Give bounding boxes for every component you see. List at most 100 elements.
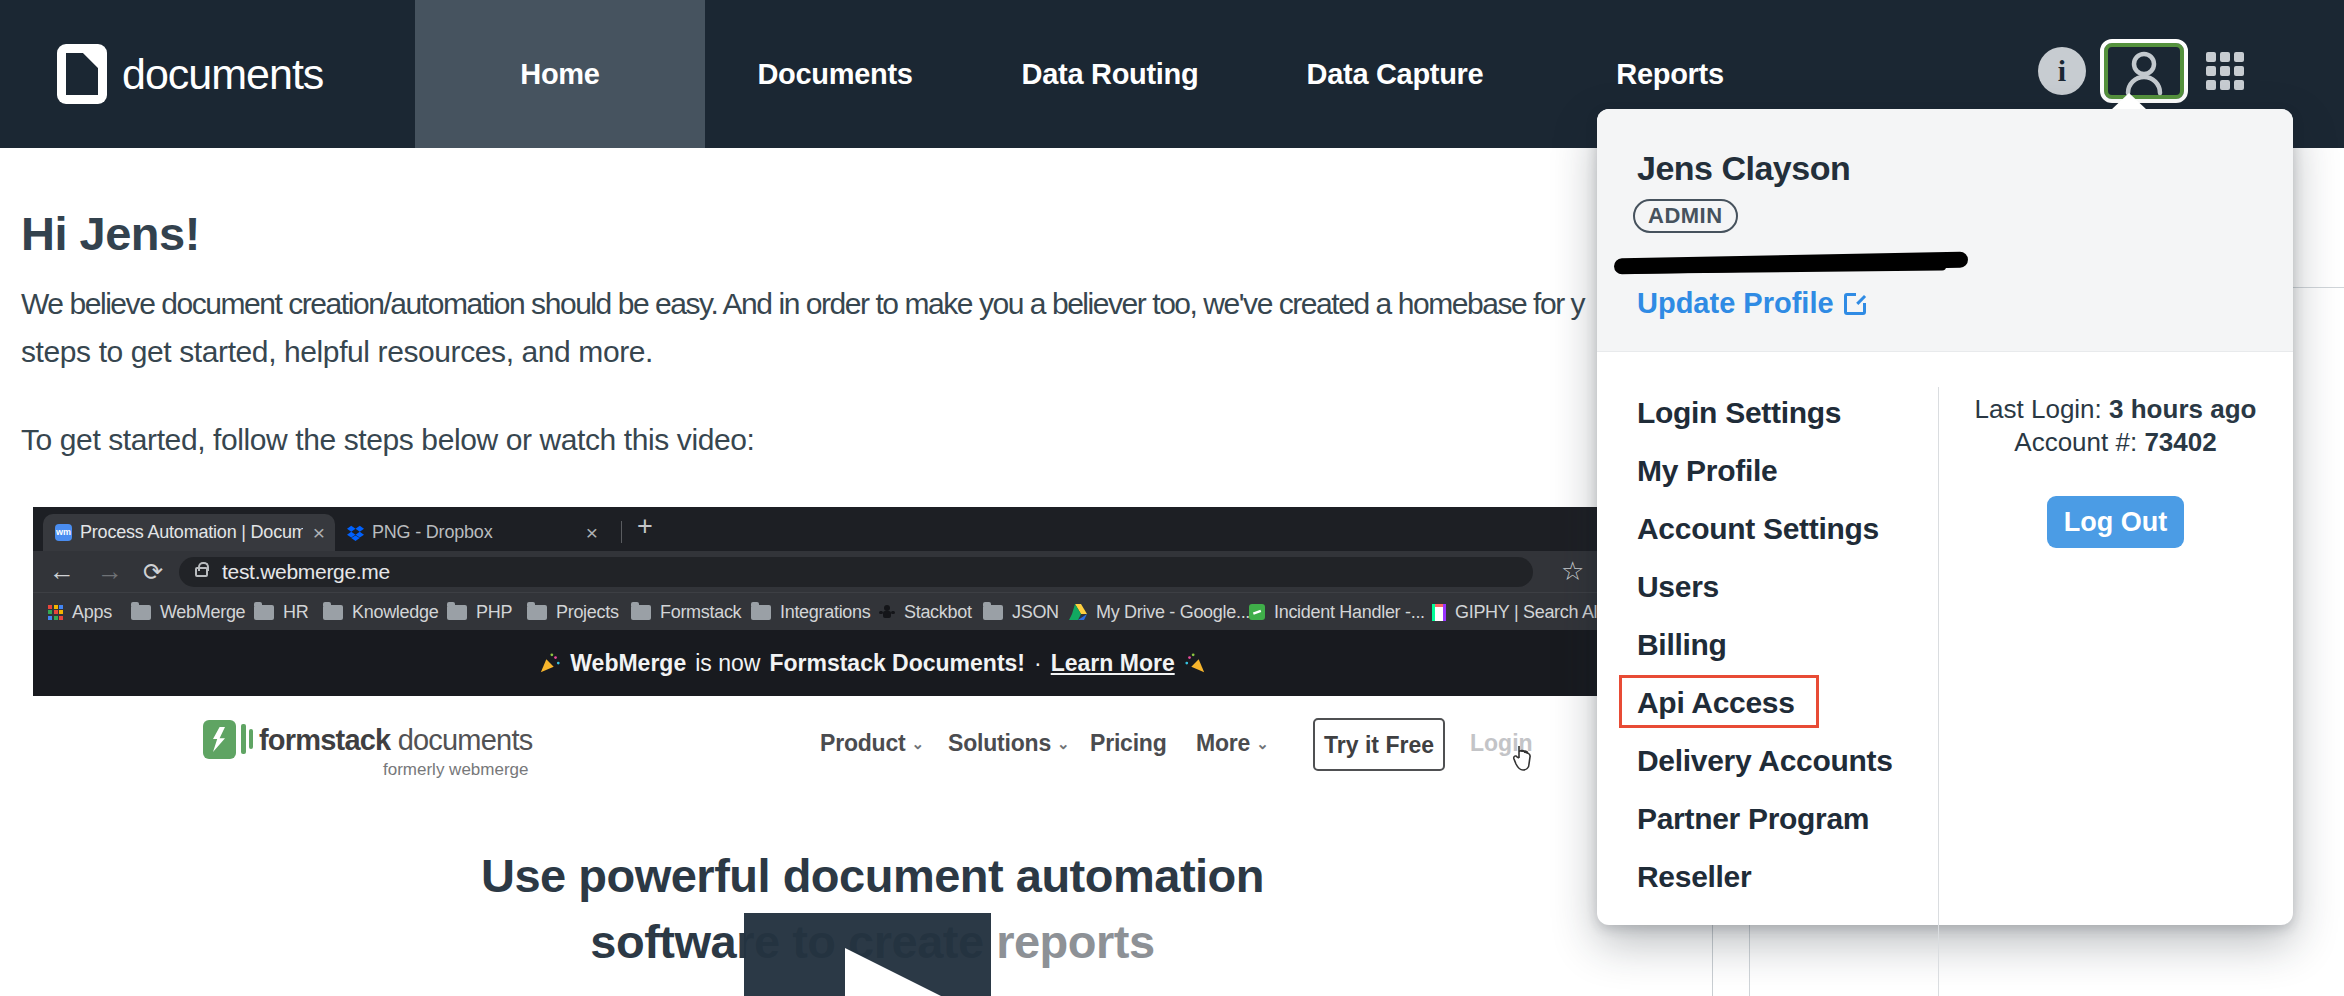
google-drive-icon: [1069, 604, 1087, 620]
banner-text: is now: [695, 650, 760, 677]
banner-formstack: Formstack Documents!: [769, 650, 1025, 677]
giphy-icon: [1432, 604, 1446, 621]
menu-item-delivery-accounts[interactable]: Delivery Accounts: [1597, 732, 1938, 790]
apps-icon: [48, 605, 63, 620]
bookmark-mydrive[interactable]: My Drive - Google...: [1069, 593, 1250, 631]
folder-icon: [447, 605, 467, 620]
site-headline-line1: Use powerful document automation: [33, 848, 1712, 903]
nav-tab-data-routing[interactable]: Data Routing: [965, 0, 1255, 148]
account-number-info: Account #: 73402: [1938, 427, 2293, 458]
folder-icon: [254, 605, 274, 620]
bookmark-formstack[interactable]: Formstack: [631, 593, 741, 631]
mouse-cursor: [1511, 744, 1537, 774]
bookmark-star-icon[interactable]: ☆: [1561, 551, 1584, 592]
lock-icon: [195, 567, 208, 577]
bookmark-json[interactable]: JSON: [983, 593, 1059, 631]
intro-paragraph-line2: steps to get started, helpful resources,…: [21, 335, 653, 369]
browser-tab-active[interactable]: wm Process Automation | Documen ×: [43, 514, 335, 551]
site-nav-more[interactable]: More⌄: [1196, 722, 1269, 764]
admin-badge: ADMIN: [1633, 199, 1738, 233]
menu-item-my-profile[interactable]: My Profile: [1597, 442, 1938, 500]
nav-tab-documents[interactable]: Documents: [705, 0, 965, 148]
bookmark-knowledge[interactable]: Knowledge: [323, 593, 438, 631]
api-access-highlight-box: [1619, 675, 1819, 728]
formstack-site: formstack documents formerly webmerge Pr…: [33, 696, 1712, 996]
external-link-icon: [1844, 293, 1866, 315]
party-popper-icon: [1184, 652, 1206, 674]
documents-logo-icon: [57, 44, 107, 104]
webmerge-favicon: wm: [55, 524, 72, 541]
user-name: Jens Clayson: [1637, 149, 1850, 188]
dropdown-pointer: [2111, 93, 2147, 110]
last-login-info: Last Login: 3 hours ago: [1938, 394, 2293, 425]
dropdown-header: Jens Clayson ADMIN Update Profile: [1597, 109, 2293, 352]
formstack-brand: formstack documents: [259, 724, 532, 757]
bookmark-integrations[interactable]: Integrations: [751, 593, 870, 631]
dropbox-favicon: [347, 524, 364, 541]
bookmark-apps[interactable]: Apps: [48, 593, 112, 631]
banner-webmerge: WebMerge: [570, 650, 686, 677]
bookmark-php[interactable]: PHP: [447, 593, 512, 631]
incident-handler-icon: [1249, 604, 1265, 620]
logout-button[interactable]: Log Out: [2047, 496, 2184, 548]
folder-icon: [131, 605, 151, 620]
menu-item-account-settings[interactable]: Account Settings: [1597, 500, 1938, 558]
update-profile-link[interactable]: Update Profile: [1637, 287, 1866, 320]
browser-tab-dropbox[interactable]: PNG - Dropbox ×: [335, 514, 608, 551]
apps-grid-icon[interactable]: [2206, 52, 2244, 90]
folder-icon: [527, 605, 547, 620]
forward-icon[interactable]: →: [97, 551, 123, 592]
tab-title: Process Automation | Documen: [80, 522, 303, 543]
folder-icon: [751, 605, 771, 620]
intro-video[interactable]: wm Process Automation | Documen × PNG - …: [33, 507, 1713, 996]
bookmark-giphy[interactable]: GIPHY | Search All...: [1432, 593, 1615, 631]
folder-icon: [631, 605, 651, 620]
bookmarks-bar: Apps WebMerge HR Knowledge PHP Projects …: [33, 592, 1712, 630]
page-greeting: Hi Jens!: [21, 206, 200, 261]
menu-item-partner-program[interactable]: Partner Program: [1597, 790, 1938, 848]
play-icon: [845, 948, 995, 996]
announcement-banner: WebMerge is now Formstack Documents! · L…: [33, 630, 1712, 696]
back-icon[interactable]: ←: [49, 551, 75, 592]
refresh-icon[interactable]: ⟳: [143, 551, 163, 592]
dropdown-divider: [1938, 387, 1939, 996]
menu-item-login-settings[interactable]: Login Settings: [1597, 384, 1938, 442]
folder-icon: [983, 605, 1003, 620]
redacted-email: [1614, 252, 1968, 275]
person-icon: [2104, 43, 2184, 99]
site-nav-product[interactable]: Product⌄: [820, 722, 924, 764]
url-text: test.webmerge.me: [222, 560, 390, 584]
bookmark-stackbot[interactable]: Stackbot: [879, 593, 972, 631]
stackbot-icon: [879, 604, 895, 620]
browser-toolbar: ← → ⟳ test.webmerge.me ☆: [33, 551, 1712, 592]
intro-paragraph-line1: We believe document creation/automation …: [21, 287, 1584, 321]
tab-title: PNG - Dropbox: [372, 522, 576, 543]
party-popper-icon: [539, 652, 561, 674]
bookmark-hr[interactable]: HR: [254, 593, 308, 631]
brand-name: documents: [122, 0, 323, 148]
video-prompt-text: To get started, follow the steps below o…: [21, 423, 754, 457]
site-nav-pricing[interactable]: Pricing: [1090, 722, 1167, 764]
banner-learn-more-link[interactable]: Learn More: [1051, 650, 1175, 677]
bookmark-incident[interactable]: Incident Handler -...: [1249, 593, 1425, 631]
menu-item-reseller[interactable]: Reseller: [1597, 848, 1938, 906]
nav-tab-home[interactable]: Home: [415, 0, 705, 148]
bookmark-projects[interactable]: Projects: [527, 593, 619, 631]
menu-item-billing[interactable]: Billing: [1597, 616, 1938, 674]
info-icon[interactable]: i: [2038, 47, 2086, 95]
folder-icon: [323, 605, 343, 620]
menu-item-users[interactable]: Users: [1597, 558, 1938, 616]
site-nav-solutions[interactable]: Solutions⌄: [948, 722, 1069, 764]
bookmark-webmerge[interactable]: WebMerge: [131, 593, 245, 631]
formstack-logo-icon: [203, 720, 236, 759]
new-tab-icon[interactable]: +: [637, 511, 653, 542]
nav-tab-data-capture[interactable]: Data Capture: [1255, 0, 1535, 148]
browser-tab-bar: wm Process Automation | Documen × PNG - …: [33, 507, 1712, 551]
formstack-tagline: formerly webmerge: [383, 760, 529, 780]
address-bar[interactable]: test.webmerge.me: [179, 557, 1533, 587]
tab-close-icon[interactable]: ×: [586, 521, 598, 545]
tab-close-icon[interactable]: ×: [313, 521, 325, 545]
dropdown-menu: Login Settings My Profile Account Settin…: [1597, 384, 1938, 906]
user-dropdown-panel: Jens Clayson ADMIN Update Profile Login …: [1597, 109, 2293, 925]
try-it-free-button[interactable]: Try it Free: [1313, 718, 1445, 771]
